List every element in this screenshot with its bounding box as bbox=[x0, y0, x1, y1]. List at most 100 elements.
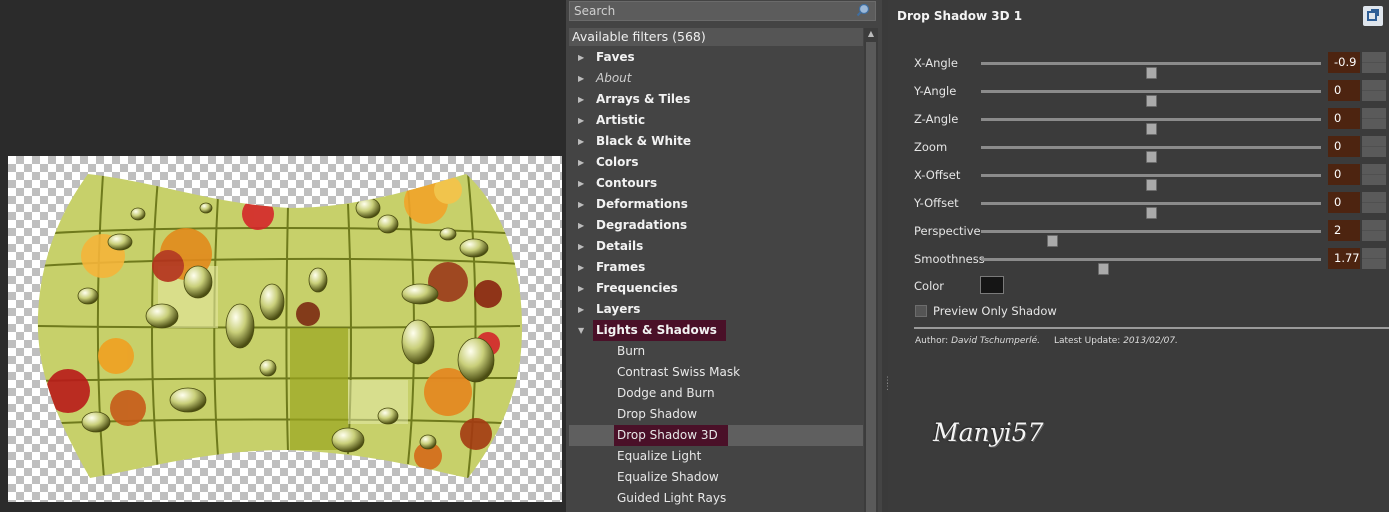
param-value-field[interactable]: 0 bbox=[1328, 164, 1360, 185]
expand-arrow-icon[interactable]: ▶ bbox=[578, 299, 584, 320]
spin-down-button[interactable] bbox=[1362, 231, 1386, 241]
search-icon[interactable] bbox=[856, 3, 870, 17]
filter-item-equalize-light[interactable]: Equalize Light bbox=[569, 446, 863, 467]
slider-track[interactable] bbox=[981, 146, 1321, 163]
slider-track[interactable] bbox=[981, 62, 1321, 79]
filter-tree: ▶ Faves ▶ About ▶ Arrays & Tiles ▶ Artis… bbox=[569, 47, 863, 512]
slider-track[interactable] bbox=[981, 202, 1321, 219]
filter-item-dodge-and-burn[interactable]: Dodge and Burn bbox=[569, 383, 863, 404]
spin-buttons[interactable] bbox=[1362, 52, 1386, 73]
filter-item-contrast-swiss-mask[interactable]: Contrast Swiss Mask bbox=[569, 362, 863, 383]
param-value-field[interactable]: 0 bbox=[1328, 108, 1360, 129]
filter-item-drop-shadow[interactable]: Drop Shadow bbox=[569, 404, 863, 425]
expand-arrow-icon[interactable]: ▶ bbox=[578, 236, 584, 257]
filter-category-frequencies[interactable]: ▶ Frequencies bbox=[569, 278, 863, 299]
spin-up-button[interactable] bbox=[1362, 248, 1386, 258]
spin-buttons[interactable] bbox=[1362, 136, 1386, 157]
scroll-up-arrow-icon[interactable]: ▲ bbox=[864, 28, 878, 40]
expand-arrow-icon[interactable]: ▶ bbox=[578, 173, 584, 194]
slider-handle[interactable] bbox=[1146, 207, 1157, 219]
spin-buttons[interactable] bbox=[1362, 248, 1386, 269]
search-input[interactable]: Search bbox=[569, 1, 876, 21]
slider-handle[interactable] bbox=[1098, 263, 1109, 275]
scrollbar-thumb[interactable] bbox=[866, 42, 876, 512]
param-value-field[interactable]: 0 bbox=[1328, 136, 1360, 157]
expand-arrow-icon[interactable]: ▶ bbox=[578, 47, 584, 68]
expand-arrow-icon[interactable]: ▶ bbox=[578, 257, 584, 278]
spin-buttons[interactable] bbox=[1362, 80, 1386, 101]
param-value-field[interactable]: 1.77 bbox=[1328, 248, 1360, 269]
expand-arrow-icon[interactable]: ▶ bbox=[578, 215, 584, 236]
param-value-field[interactable]: 0 bbox=[1328, 80, 1360, 101]
spin-up-button[interactable] bbox=[1362, 80, 1386, 90]
param-value-field[interactable]: 2 bbox=[1328, 220, 1360, 241]
spin-buttons[interactable] bbox=[1362, 164, 1386, 185]
slider-handle[interactable] bbox=[1146, 67, 1157, 79]
filter-category-contours[interactable]: ▶ Contours bbox=[569, 173, 863, 194]
expand-arrow-icon[interactable]: ▶ bbox=[578, 152, 584, 173]
filter-item-drop-shadow-3d[interactable]: Drop Shadow 3D bbox=[569, 425, 863, 446]
expand-arrow-icon[interactable]: ▶ bbox=[578, 278, 584, 299]
filter-title: Drop Shadow 3D 1 bbox=[897, 9, 1023, 23]
author-name: David Tschumperlé. bbox=[951, 336, 1040, 346]
param-label: Y-Angle bbox=[914, 84, 957, 98]
filter-item-guided-light-rays[interactable]: Guided Light Rays bbox=[569, 488, 863, 509]
spin-down-button[interactable] bbox=[1362, 203, 1386, 213]
spin-up-button[interactable] bbox=[1362, 164, 1386, 174]
slider-handle[interactable] bbox=[1146, 151, 1157, 163]
slider-track[interactable] bbox=[981, 118, 1321, 135]
spin-up-button[interactable] bbox=[1362, 108, 1386, 118]
slider-track[interactable] bbox=[981, 258, 1321, 275]
filter-category-lights-shadows[interactable]: ▼ Lights & Shadows bbox=[569, 320, 863, 341]
filter-category-black-white[interactable]: ▶ Black & White bbox=[569, 131, 863, 152]
filter-category-artistic[interactable]: ▶ Artistic bbox=[569, 110, 863, 131]
expand-arrow-icon[interactable]: ▶ bbox=[578, 194, 584, 215]
shadow-color-swatch[interactable] bbox=[980, 276, 1004, 294]
param-value-field[interactable]: 0 bbox=[1328, 192, 1360, 213]
slider-handle[interactable] bbox=[1047, 235, 1058, 247]
spin-down-button[interactable] bbox=[1362, 119, 1386, 129]
spin-down-button[interactable] bbox=[1362, 63, 1386, 73]
expand-arrow-icon[interactable]: ▶ bbox=[578, 110, 584, 131]
spin-buttons[interactable] bbox=[1362, 108, 1386, 129]
filter-category-about[interactable]: ▶ About bbox=[569, 68, 863, 89]
expand-arrow-icon[interactable]: ▶ bbox=[578, 89, 584, 110]
spin-buttons[interactable] bbox=[1362, 220, 1386, 241]
available-filters-header: Available filters (568) bbox=[569, 28, 863, 46]
expand-arrow-icon[interactable]: ▶ bbox=[578, 131, 584, 152]
filter-category-degradations[interactable]: ▶ Degradations bbox=[569, 215, 863, 236]
spin-up-button[interactable] bbox=[1362, 136, 1386, 146]
filter-category-frames[interactable]: ▶ Frames bbox=[569, 257, 863, 278]
spin-buttons[interactable] bbox=[1362, 192, 1386, 213]
author-info: Author: David Tschumperlé. Latest Update:… bbox=[915, 336, 1178, 346]
filter-category-layers[interactable]: ▶ Layers bbox=[569, 299, 863, 320]
slider-track[interactable] bbox=[981, 174, 1321, 191]
filter-category-deformations[interactable]: ▶ Deformations bbox=[569, 194, 863, 215]
slider-track[interactable] bbox=[981, 90, 1321, 107]
spin-up-button[interactable] bbox=[1362, 220, 1386, 230]
slider-track[interactable] bbox=[981, 230, 1321, 247]
filter-list-scrollbar[interactable]: ▲ bbox=[864, 28, 878, 512]
spin-down-button[interactable] bbox=[1362, 147, 1386, 157]
spin-up-button[interactable] bbox=[1362, 192, 1386, 202]
spin-down-button[interactable] bbox=[1362, 259, 1386, 269]
spin-down-button[interactable] bbox=[1362, 175, 1386, 185]
slider-handle[interactable] bbox=[1146, 179, 1157, 191]
slider-handle[interactable] bbox=[1146, 95, 1157, 107]
maximize-button[interactable] bbox=[1363, 6, 1383, 26]
filter-item-equalize-shadow[interactable]: Equalize Shadow bbox=[569, 467, 863, 488]
preview-canvas[interactable] bbox=[8, 156, 562, 502]
spin-up-button[interactable] bbox=[1362, 52, 1386, 62]
slider-handle[interactable] bbox=[1146, 123, 1157, 135]
filter-category-arrays-tiles[interactable]: ▶ Arrays & Tiles bbox=[569, 89, 863, 110]
filter-category-faves[interactable]: ▶ Faves bbox=[569, 47, 863, 68]
expand-arrow-icon[interactable]: ▶ bbox=[578, 68, 584, 89]
divider bbox=[914, 327, 1389, 329]
filter-category-details[interactable]: ▶ Details bbox=[569, 236, 863, 257]
filter-category-colors[interactable]: ▶ Colors bbox=[569, 152, 863, 173]
collapse-arrow-icon[interactable]: ▼ bbox=[578, 320, 584, 341]
preview-only-shadow-checkbox[interactable] bbox=[915, 305, 927, 317]
filter-item-burn[interactable]: Burn bbox=[569, 341, 863, 362]
spin-down-button[interactable] bbox=[1362, 91, 1386, 101]
param-value-field[interactable]: -0.9 bbox=[1328, 52, 1360, 73]
